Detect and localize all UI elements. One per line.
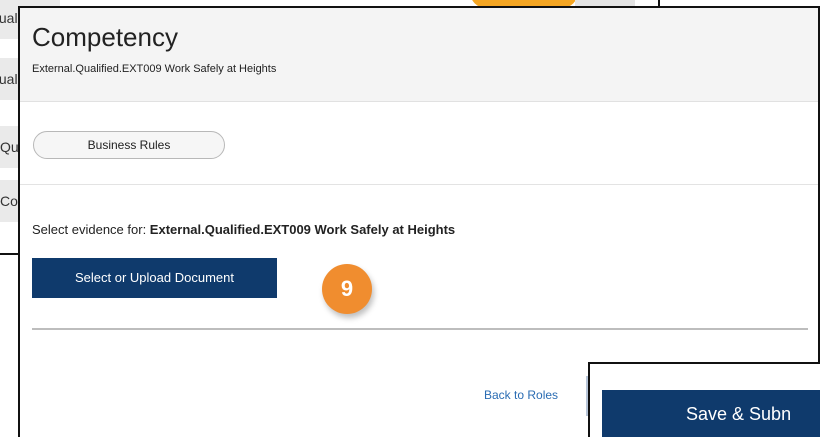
back-to-roles-link[interactable]: Back to Roles — [484, 388, 558, 402]
modal-header: Competency External.Qualified.EXT009 Wor… — [20, 8, 818, 102]
save-and-submit-button[interactable]: Save & Subn — [602, 390, 820, 437]
modal-title: Competency — [32, 22, 178, 52]
business-rules-button[interactable]: Business Rules — [33, 131, 225, 159]
select-upload-document-button[interactable]: Select or Upload Document — [32, 258, 277, 298]
section-divider — [20, 184, 818, 185]
evidence-target: External.Qualified.EXT009 Work Safely at… — [149, 222, 456, 237]
evidence-prompt: Select evidence for: External.Qualified.… — [32, 222, 455, 237]
step-number-badge: 9 — [322, 264, 372, 314]
zoomed-footer-overlay: Save & Subn — [588, 362, 820, 437]
modal-subtitle: External.Qualified.EXT009 Work Safely at… — [32, 63, 277, 75]
evidence-prefix: Select evidence for: — [32, 222, 150, 237]
footer-divider — [32, 328, 808, 330]
